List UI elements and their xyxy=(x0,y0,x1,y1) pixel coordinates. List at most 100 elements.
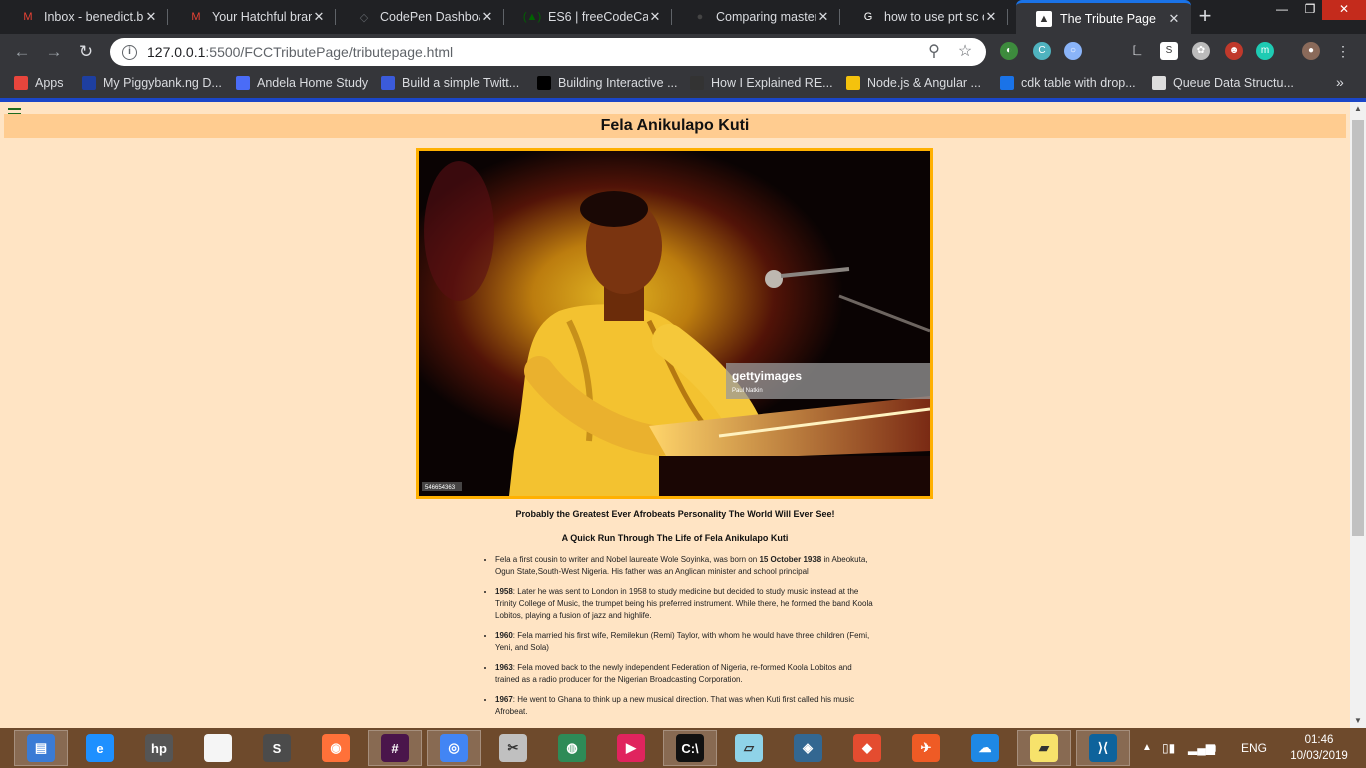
tab-title: Your Hatchful brand xyxy=(212,10,312,24)
bookmarks-overflow-button[interactable]: » xyxy=(1336,74,1344,90)
taskbar-app[interactable]: ▤ xyxy=(14,730,68,766)
extension-s-icon[interactable]: S xyxy=(1160,42,1178,60)
taskbar-app[interactable]: C:\ xyxy=(663,730,717,766)
taskbar-app[interactable]: hp xyxy=(132,730,186,766)
taskbar-app[interactable]: ◈ xyxy=(781,730,835,766)
extension-grey-icon[interactable]: ✿ xyxy=(1192,42,1210,60)
close-tab-icon[interactable]: ✕ xyxy=(648,9,662,25)
extension-m-icon[interactable]: m xyxy=(1256,42,1274,60)
taskbar-app[interactable]: ✂ xyxy=(486,730,540,766)
close-tab-icon[interactable]: ✕ xyxy=(144,9,158,25)
andela-icon xyxy=(236,76,250,90)
fela-photo: gettyimages Paul Natkin 546654363 xyxy=(416,148,933,499)
close-tab-icon[interactable]: ✕ xyxy=(480,9,494,25)
forward-arrow-icon[interactable]: → xyxy=(42,40,66,64)
scroll-down-arrow-icon[interactable]: ▼ xyxy=(1350,714,1366,728)
taskbar-app[interactable] xyxy=(191,730,245,766)
system-clock[interactable]: 01:46 10/03/2019 xyxy=(1283,732,1355,764)
scrollbar-thumb[interactable] xyxy=(1352,120,1364,536)
back-arrow-icon[interactable]: ← xyxy=(10,40,34,64)
github-icon: ● xyxy=(696,11,704,23)
taskbar-app[interactable]: ▰ xyxy=(1017,730,1071,766)
minimize-button[interactable]: — xyxy=(1268,0,1296,20)
extension-bracket-icon[interactable]: [_ xyxy=(1128,42,1146,60)
scroll-up-arrow-icon[interactable]: ▲ xyxy=(1350,102,1366,116)
tab-title: how to use prt sc on xyxy=(884,10,984,24)
page-favicon: ▲ xyxy=(1036,10,1052,27)
bookmark-item[interactable]: Node.js & Angular ... xyxy=(846,76,981,90)
tab-3[interactable]: ◇ CodePen Dashboard✕ xyxy=(336,0,504,34)
taskbar-app[interactable]: ◍ xyxy=(545,730,599,766)
bookmark-item[interactable]: Andela Home Study xyxy=(236,76,368,90)
taskbar-app[interactable]: # xyxy=(368,730,422,766)
taskbar-app[interactable]: ☁ xyxy=(958,730,1012,766)
timeline-year: 1963 xyxy=(495,663,513,672)
close-tab-icon[interactable]: ✕ xyxy=(984,9,998,25)
taskbar-app[interactable]: ◎ xyxy=(427,730,481,766)
site-info-icon[interactable]: i xyxy=(122,44,137,60)
postman-icon: ✈ xyxy=(912,734,940,762)
zoom-icon[interactable]: ⚲ xyxy=(925,43,943,61)
profile-avatar[interactable]: ● xyxy=(1302,42,1320,60)
tab-7[interactable]: ▲ The Tribute Page ✕ xyxy=(1016,0,1191,34)
tab-title: ES6 | freeCodeCamp xyxy=(548,10,648,24)
bookmark-label: cdk table with drop... xyxy=(1021,76,1136,90)
language-indicator[interactable]: ENG xyxy=(1241,728,1267,768)
tab-5[interactable]: ● Comparing master...✕ xyxy=(672,0,840,34)
taskbar-app[interactable]: ⟩⟨ xyxy=(1076,730,1130,766)
bookmark-item[interactable]: How I Explained RE... xyxy=(690,76,833,90)
address-bar[interactable]: i 127.0.0.1:5500/FCCTributePage/tributep… xyxy=(110,38,986,66)
bookmark-item[interactable]: cdk table with drop... xyxy=(1000,76,1136,90)
extension-avatar-badge-icon[interactable]: ☻ xyxy=(1225,42,1243,60)
menu-kebab-icon[interactable]: ⋮ xyxy=(1334,42,1352,60)
extension-earth-icon[interactable]: ◐ xyxy=(1000,42,1018,60)
timeline-text: Fela a first cousin to writer and Nobel … xyxy=(495,555,760,564)
cloud-icon: ☁ xyxy=(971,734,999,762)
close-tab-icon[interactable]: ✕ xyxy=(1167,11,1181,27)
fela-piano-image: gettyimages Paul Natkin 546654363 xyxy=(419,151,930,496)
bookmark-label: Building Interactive ... xyxy=(558,76,678,90)
tab-4[interactable]: (▲) ES6 | freeCodeCamp✕ xyxy=(504,0,672,34)
bookmark-label: Queue Data Structu... xyxy=(1173,76,1294,90)
gmail-icon: M xyxy=(191,11,201,23)
close-tab-icon[interactable]: ✕ xyxy=(816,9,830,25)
new-tab-button[interactable]: + xyxy=(1194,5,1216,29)
battery-icon[interactable]: ▯▮ xyxy=(1162,728,1175,768)
tab-6[interactable]: Ghow to use prt sc on✕ xyxy=(840,0,1008,34)
signal-icon[interactable]: ▂▄▆ xyxy=(1188,728,1215,768)
extension-c-icon[interactable]: C xyxy=(1033,42,1051,60)
tab-title: Comparing master... xyxy=(716,10,816,24)
tab-1[interactable]: M Inbox - benedict.bin ✕ xyxy=(0,0,168,34)
volume-icon[interactable]: 🔈︎ xyxy=(1212,728,1219,768)
timeline-year: 1958 xyxy=(495,587,513,596)
extension-circle-icon[interactable]: ○ xyxy=(1064,42,1082,60)
vertical-scrollbar[interactable]: ▲ ▼ xyxy=(1350,102,1366,728)
taskbar-app[interactable]: S xyxy=(250,730,304,766)
bookmark-star-icon[interactable]: ☆ xyxy=(956,43,974,61)
restore-button[interactable]: ❐ xyxy=(1296,0,1324,20)
tray-overflow-icon[interactable]: ▲ xyxy=(1142,728,1152,768)
browser-toolbar: ← → ↻ i 127.0.0.1:5500/FCCTributePage/tr… xyxy=(0,34,1366,70)
hp-icon: hp xyxy=(145,734,173,762)
tab-2[interactable]: M Your Hatchful brand ✕ xyxy=(168,0,336,34)
reload-icon[interactable]: ↻ xyxy=(74,40,98,64)
bookmark-label: How I Explained RE... xyxy=(711,76,833,90)
timeline-year: 1960 xyxy=(495,631,513,640)
taskbar-app[interactable]: ◆ xyxy=(840,730,894,766)
taskbar-app[interactable]: ◉ xyxy=(309,730,363,766)
slack-icon: # xyxy=(381,734,409,762)
taskbar-app[interactable]: ▱ xyxy=(722,730,776,766)
close-window-button[interactable]: ✕ xyxy=(1322,0,1366,20)
twitter-build-icon xyxy=(381,76,395,90)
taskbar-app[interactable]: ✈ xyxy=(899,730,953,766)
bookmark-item[interactable]: Build a simple Twitt... xyxy=(381,76,519,90)
taskbar-app[interactable]: e xyxy=(73,730,127,766)
close-tab-icon[interactable]: ✕ xyxy=(312,9,326,25)
timeline-date: 15 October 1938 xyxy=(759,555,822,564)
bookmark-item[interactable]: My Piggybank.ng D... xyxy=(82,76,222,90)
bookmark-item[interactable]: Queue Data Structu... xyxy=(1152,76,1294,90)
bookmark-item[interactable]: Building Interactive ... xyxy=(537,76,678,90)
git-icon: ◆ xyxy=(853,734,881,762)
bookmark-item[interactable]: Apps xyxy=(14,76,64,90)
taskbar-app[interactable]: ▶ xyxy=(604,730,658,766)
